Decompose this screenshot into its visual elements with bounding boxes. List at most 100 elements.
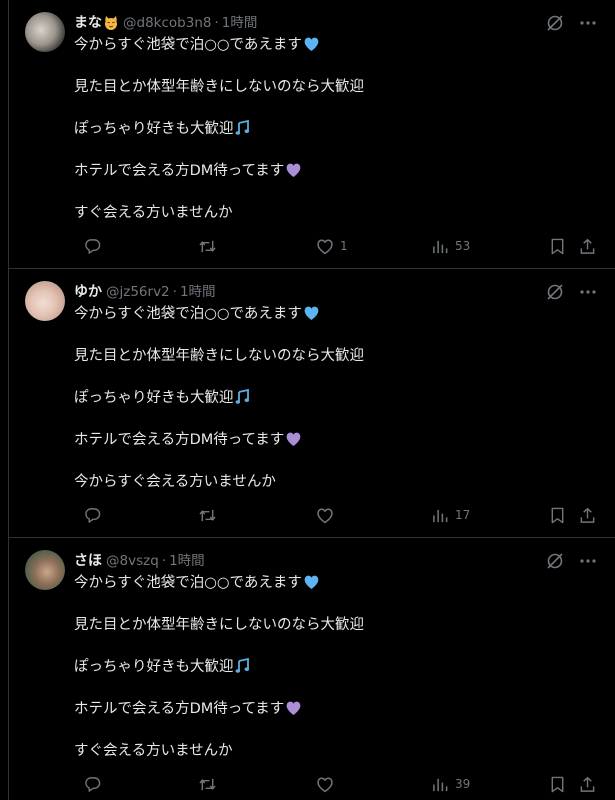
grok-icon[interactable] [545, 282, 565, 302]
timestamp[interactable]: 1時間 [222, 13, 258, 33]
handle[interactable]: @jz56rv2 [106, 282, 170, 302]
post-line-text: ぽっちゃり好きも大歓迎 [74, 659, 234, 675]
post-header: まな @d8kcob3n8 · 1時間 [74, 13, 545, 33]
avatar[interactable] [25, 281, 65, 321]
reply-button[interactable] [84, 774, 101, 794]
post-line: すぐ会える方いませんか [74, 741, 595, 761]
heart-icon [317, 777, 333, 792]
post-line-text: 今からすぐ会える方いませんか [74, 474, 276, 490]
post-top-actions [545, 550, 597, 572]
repost-button[interactable] [198, 505, 217, 525]
bookmark-button[interactable] [550, 505, 565, 525]
post-line-text: すぐ会える方いませんか [74, 743, 233, 759]
musical-notes-emoji [235, 120, 249, 135]
post-text: 今からすぐ池袋で泊○○であえます 見た目とか体型年齢きにしないのなら大歓迎 ぽっ… [74, 35, 595, 223]
post-actions: 17 [74, 505, 599, 525]
post-line: すぐ会える方いませんか [74, 203, 595, 223]
post-top-actions [545, 12, 597, 34]
more-icon[interactable] [579, 283, 597, 301]
purple-heart-emoji [286, 701, 301, 715]
bookmark-icon [551, 507, 564, 523]
post-line-text: 今からすぐ池袋で泊○○であえます [74, 575, 302, 591]
post-line-text: 見た目とか体型年齢きにしないのなら大歓迎 [74, 348, 364, 364]
post[interactable]: まな @d8kcob3n8 · 1時間 今からすぐ池袋で泊○○であえます 見た目… [9, 0, 615, 269]
separator: · [172, 284, 177, 300]
post-line-text: 見た目とか体型年齢きにしないのなら大歓迎 [74, 617, 364, 633]
timestamp[interactable]: 1時間 [169, 551, 205, 571]
separator: · [214, 15, 219, 31]
views-icon [433, 240, 448, 253]
post-line: 今からすぐ池袋で泊○○であえます [74, 35, 595, 55]
like-button[interactable]: 1 [316, 236, 348, 256]
reply-icon [85, 776, 101, 792]
timestamp[interactable]: 1時間 [180, 282, 216, 302]
post-line: 今からすぐ池袋で泊○○であえます [74, 304, 595, 324]
post-top-actions [545, 281, 597, 303]
post-line: 見た目とか体型年齢きにしないのなら大歓迎 [74, 346, 595, 366]
repost-button[interactable] [198, 774, 217, 794]
blue-heart-emoji [304, 306, 319, 320]
display-name[interactable]: さほ [74, 551, 102, 571]
post-line-text: ぽっちゃり好きも大歓迎 [74, 121, 234, 137]
musical-notes-emoji [235, 389, 249, 404]
separator: · [161, 553, 167, 569]
grok-icon[interactable] [545, 13, 565, 33]
bookmark-button[interactable] [550, 774, 565, 794]
share-button[interactable] [579, 236, 596, 256]
bookmark-icon [551, 238, 564, 254]
share-button[interactable] [579, 774, 596, 794]
avatar[interactable] [25, 550, 65, 590]
repost-button[interactable] [198, 236, 217, 256]
share-button[interactable] [579, 505, 596, 525]
view-count: 39 [455, 777, 471, 791]
views-icon [433, 509, 448, 522]
purple-heart-emoji [286, 163, 301, 177]
post-line: ぽっちゃり好きも大歓迎 [74, 388, 595, 408]
like-button[interactable] [316, 774, 340, 794]
more-icon[interactable] [579, 14, 597, 32]
repost-icon [199, 509, 216, 521]
bookmark-button[interactable] [550, 236, 565, 256]
post[interactable]: さほ @8vszq · 1時間 今からすぐ池袋で泊○○であえます 見た目とか体型… [9, 538, 615, 800]
reply-button[interactable] [84, 236, 101, 256]
post-line: ぽっちゃり好きも大歓迎 [74, 657, 595, 677]
post-line: 今からすぐ池袋で泊○○であえます [74, 573, 595, 593]
heart-icon [317, 508, 333, 523]
views-button[interactable]: 17 [432, 505, 470, 525]
post-line-text: 今からすぐ池袋で泊○○であえます [74, 37, 302, 53]
views-button[interactable]: 39 [432, 774, 470, 794]
post[interactable]: ゆか @jz56rv2 · 1時間 今からすぐ池袋で泊○○であえます 見た目とか… [9, 269, 615, 538]
post-line-text: ぽっちゃり好きも大歓迎 [74, 390, 234, 406]
like-button[interactable] [316, 505, 340, 525]
post-line: 見た目とか体型年齢きにしないのなら大歓迎 [74, 77, 595, 97]
musical-notes-emoji [235, 658, 249, 673]
post-line: ホテルで会える方DM待ってます [74, 430, 595, 450]
more-icon[interactable] [579, 552, 597, 570]
views-button[interactable]: 53 [432, 236, 470, 256]
display-name[interactable]: まな [74, 13, 102, 33]
post-line: ホテルで会える方DM待ってます [74, 161, 595, 181]
blue-heart-emoji [304, 37, 319, 51]
post-line: 今からすぐ会える方いませんか [74, 472, 595, 492]
handle[interactable]: @8vszq [106, 551, 159, 571]
like-count: 1 [340, 239, 348, 253]
post-line-text: ホテルで会える方DM待ってます [74, 432, 285, 448]
handle[interactable]: @d8kcob3n8 [123, 13, 211, 33]
post-actions: 1 53 [74, 236, 599, 256]
reply-icon [85, 507, 101, 523]
share-icon [580, 776, 595, 792]
post-text: 今からすぐ池袋で泊○○であえます 見た目とか体型年齢きにしないのなら大歓迎 ぽっ… [74, 304, 595, 492]
post-text: 今からすぐ池袋で泊○○であえます 見た目とか体型年齢きにしないのなら大歓迎 ぽっ… [74, 573, 595, 761]
grok-icon[interactable] [545, 551, 565, 571]
display-name[interactable]: ゆか [74, 282, 102, 302]
post-actions: 39 [74, 774, 599, 794]
smiling-cat-emoji [105, 16, 117, 30]
views-icon [433, 778, 448, 791]
avatar[interactable] [25, 12, 65, 52]
post-line-text: ホテルで会える方DM待ってます [74, 163, 285, 179]
view-count: 53 [455, 239, 471, 253]
post-line-text: 見た目とか体型年齢きにしないのなら大歓迎 [74, 79, 364, 95]
post-line: ぽっちゃり好きも大歓迎 [74, 119, 595, 139]
reply-button[interactable] [84, 505, 101, 525]
post-line-text: ホテルで会える方DM待ってます [74, 701, 285, 717]
